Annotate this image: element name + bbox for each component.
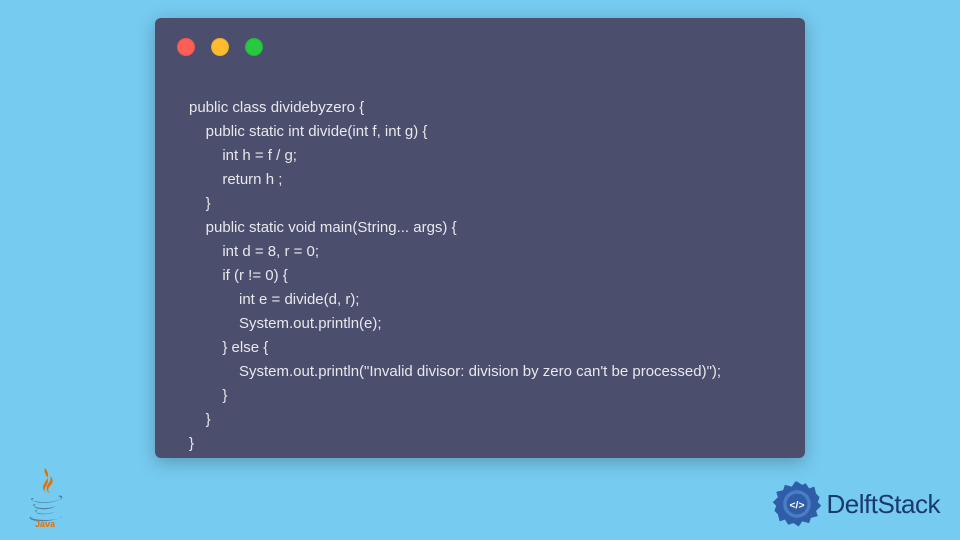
delftstack-badge-icon: </>	[771, 478, 823, 530]
java-logo-text: Java	[35, 519, 56, 528]
maximize-icon	[245, 38, 263, 56]
traffic-lights	[177, 38, 263, 56]
code-block: public class dividebyzero { public stati…	[189, 96, 785, 456]
svg-text:</>: </>	[789, 500, 804, 511]
close-icon	[177, 38, 195, 56]
delftstack-logo-text: DelftStack	[827, 489, 941, 520]
delftstack-logo: </> DelftStack	[771, 478, 941, 530]
minimize-icon	[211, 38, 229, 56]
java-logo-icon: Java	[22, 466, 68, 528]
code-window: public class dividebyzero { public stati…	[155, 18, 805, 458]
